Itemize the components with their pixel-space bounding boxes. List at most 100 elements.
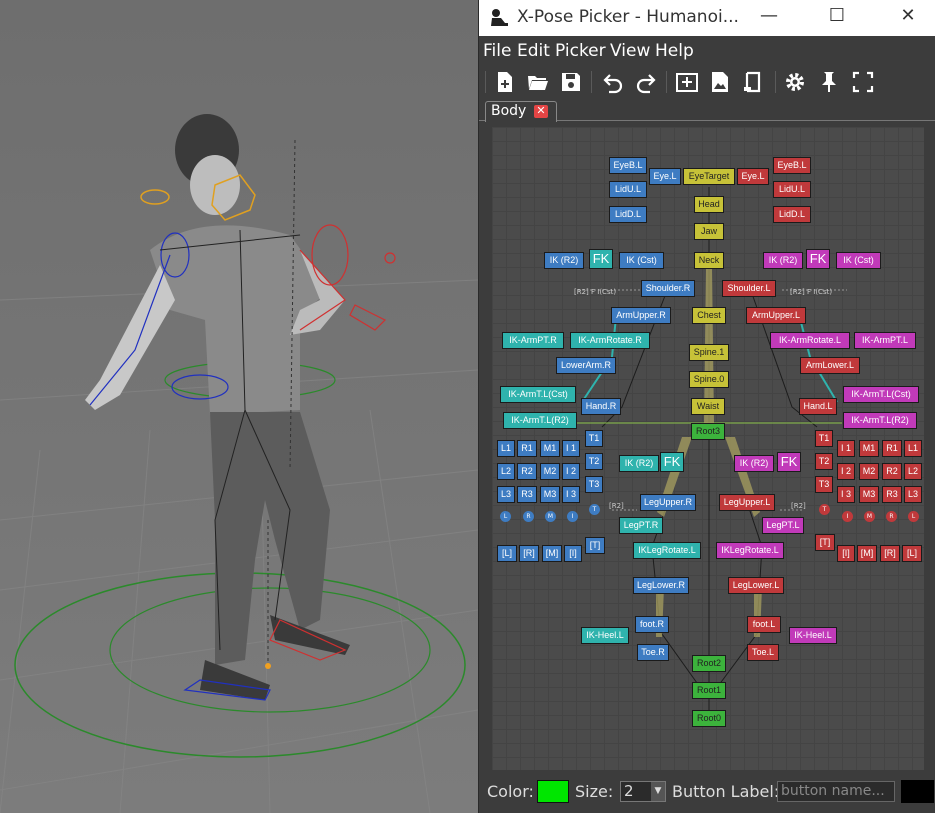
fk-button[interactable]: FK [589,249,613,269]
fullscreen-icon[interactable] [851,70,875,94]
picker-button[interactable]: M3 [540,486,560,503]
add-picture-icon[interactable] [675,70,699,94]
picker-button[interactable]: Hand.R [581,398,621,415]
picker-button[interactable]: IK-ArmT.L(Cst) [843,386,919,403]
picker-button[interactable]: IKLegRotate.L [716,542,784,559]
picker-button[interactable]: T3 [585,476,603,493]
finger-group-dot[interactable]: R [523,511,534,522]
picker-button[interactable]: Eye.L [649,168,681,185]
menu-picker[interactable]: Picker [555,41,606,61]
picker-button[interactable]: LidU.L [609,181,647,198]
size-select[interactable]: 2 ▼ [620,781,666,802]
picker-button[interactable]: LowerArm.R [556,357,616,374]
picker-button[interactable]: Root0 [692,710,726,727]
picker-button[interactable]: Root3 [691,423,725,440]
picker-button[interactable]: L3 [497,486,515,503]
menu-edit[interactable]: Edit [517,41,550,61]
picker-button[interactable]: IK-ArmT.L(R2) [503,412,577,429]
picker-button[interactable]: LidD.L [609,206,647,223]
picker-button[interactable]: T2 [585,453,603,470]
picker-button[interactable]: LidU.L [773,181,811,198]
picker-button[interactable]: R3 [517,486,537,503]
picker-button[interactable]: [M] [542,545,562,562]
picker-button[interactable]: [L] [497,545,517,562]
picker-button[interactable]: EyeB.L [773,157,811,174]
picker-button[interactable]: IK-ArmT.L(R2) [843,412,917,429]
new-file-icon[interactable] [493,70,517,94]
menu-file[interactable]: File [483,41,511,61]
minimize-button[interactable]: — [749,5,789,29]
picker-button[interactable]: LegUpper.R [640,494,696,511]
picker-button[interactable]: L2 [904,463,922,480]
picker-button[interactable]: T1 [815,430,833,447]
picker-button[interactable]: IK (R2) [763,252,803,269]
picker-button[interactable]: T3 [815,476,833,493]
picker-button[interactable]: [M] [857,545,877,562]
picker-button[interactable]: IK (R2) [734,455,774,472]
finger-group-dot[interactable]: M [545,511,556,522]
pin-icon[interactable] [817,70,841,94]
picker-button[interactable]: [R] [519,545,539,562]
picker-button[interactable]: L2 [497,463,515,480]
picker-button[interactable]: IK-Heel.L [581,627,629,644]
picker-button[interactable]: I 3 [562,486,580,503]
fk-button[interactable]: FK [806,249,830,269]
finger-group-dot[interactable]: T [589,504,600,515]
settings-icon[interactable] [783,70,807,94]
picker-button[interactable]: R1 [517,440,537,457]
open-folder-icon[interactable] [526,70,550,94]
color-swatch[interactable] [537,780,569,803]
picker-button[interactable]: L1 [497,440,515,457]
picker-button[interactable]: ArmUpper.R [611,307,671,324]
picker-button[interactable]: Chest [692,307,726,324]
picker-button[interactable]: [L] [902,545,922,562]
picker-button[interactable]: R2 [517,463,537,480]
text-color-swatch[interactable] [901,780,934,803]
fk-button[interactable]: FK [660,452,684,472]
picker-button[interactable]: Eye.L [737,168,769,185]
picker-button[interactable]: Root2 [692,655,726,672]
picker-button[interactable]: EyeB.L [609,157,647,174]
edit-icon[interactable] [741,70,765,94]
picker-button[interactable]: LegPT.L [762,517,804,534]
close-button[interactable]: ✕ [888,5,928,29]
picker-button[interactable]: LidD.L [773,206,811,223]
button-name-input[interactable]: button name... [777,781,895,802]
picker-button[interactable]: R3 [882,486,902,503]
picker-button[interactable]: foot.R [635,616,669,633]
tab-close-icon[interactable]: ✕ [534,105,548,118]
picker-button[interactable]: T2 [815,453,833,470]
picker-button[interactable]: I 1 [837,440,855,457]
picker-button[interactable]: ArmUpper.L [746,307,806,324]
picker-button[interactable]: foot.L [747,616,781,633]
undo-icon[interactable] [601,70,625,94]
picker-button[interactable]: IK-ArmRotate.L [770,332,850,349]
save-icon[interactable] [559,70,583,94]
picker-button[interactable]: LegUpper.L [719,494,775,511]
maximize-button[interactable]: ☐ [817,5,857,29]
finger-group-dot[interactable]: I [842,511,853,522]
picker-button[interactable]: LegPT.R [619,517,663,534]
picker-button[interactable]: I 2 [562,463,580,480]
menu-help[interactable]: Help [655,41,694,61]
picker-button[interactable]: IK-ArmRotate.R [570,332,650,349]
picker-button[interactable]: IK (Cst) [619,252,664,269]
picker-button[interactable]: IKLegRotate.L [633,542,701,559]
picker-button[interactable]: R2 [882,463,902,480]
picker-button[interactable]: M1 [859,440,879,457]
finger-group-dot[interactable]: L [500,511,511,522]
picker-button[interactable]: L1 [904,440,922,457]
picker-button[interactable]: I 1 [562,440,580,457]
picker-button[interactable]: Neck [694,252,724,269]
picker-button[interactable]: M1 [540,440,560,457]
picker-button[interactable]: Waist [691,398,725,415]
3d-viewport[interactable] [0,0,478,813]
picker-button[interactable]: Toe.R [637,644,669,661]
picker-button[interactable]: Spine.0 [689,371,729,388]
fk-button[interactable]: FK [777,452,801,472]
picker-button[interactable]: IK (R2) [544,252,584,269]
picker-button[interactable]: Root1 [692,682,726,699]
picker-button[interactable]: EyeTarget [683,168,735,185]
picker-button[interactable]: IK-ArmPT.R [502,332,564,349]
finger-group-dot[interactable]: T [819,504,830,515]
